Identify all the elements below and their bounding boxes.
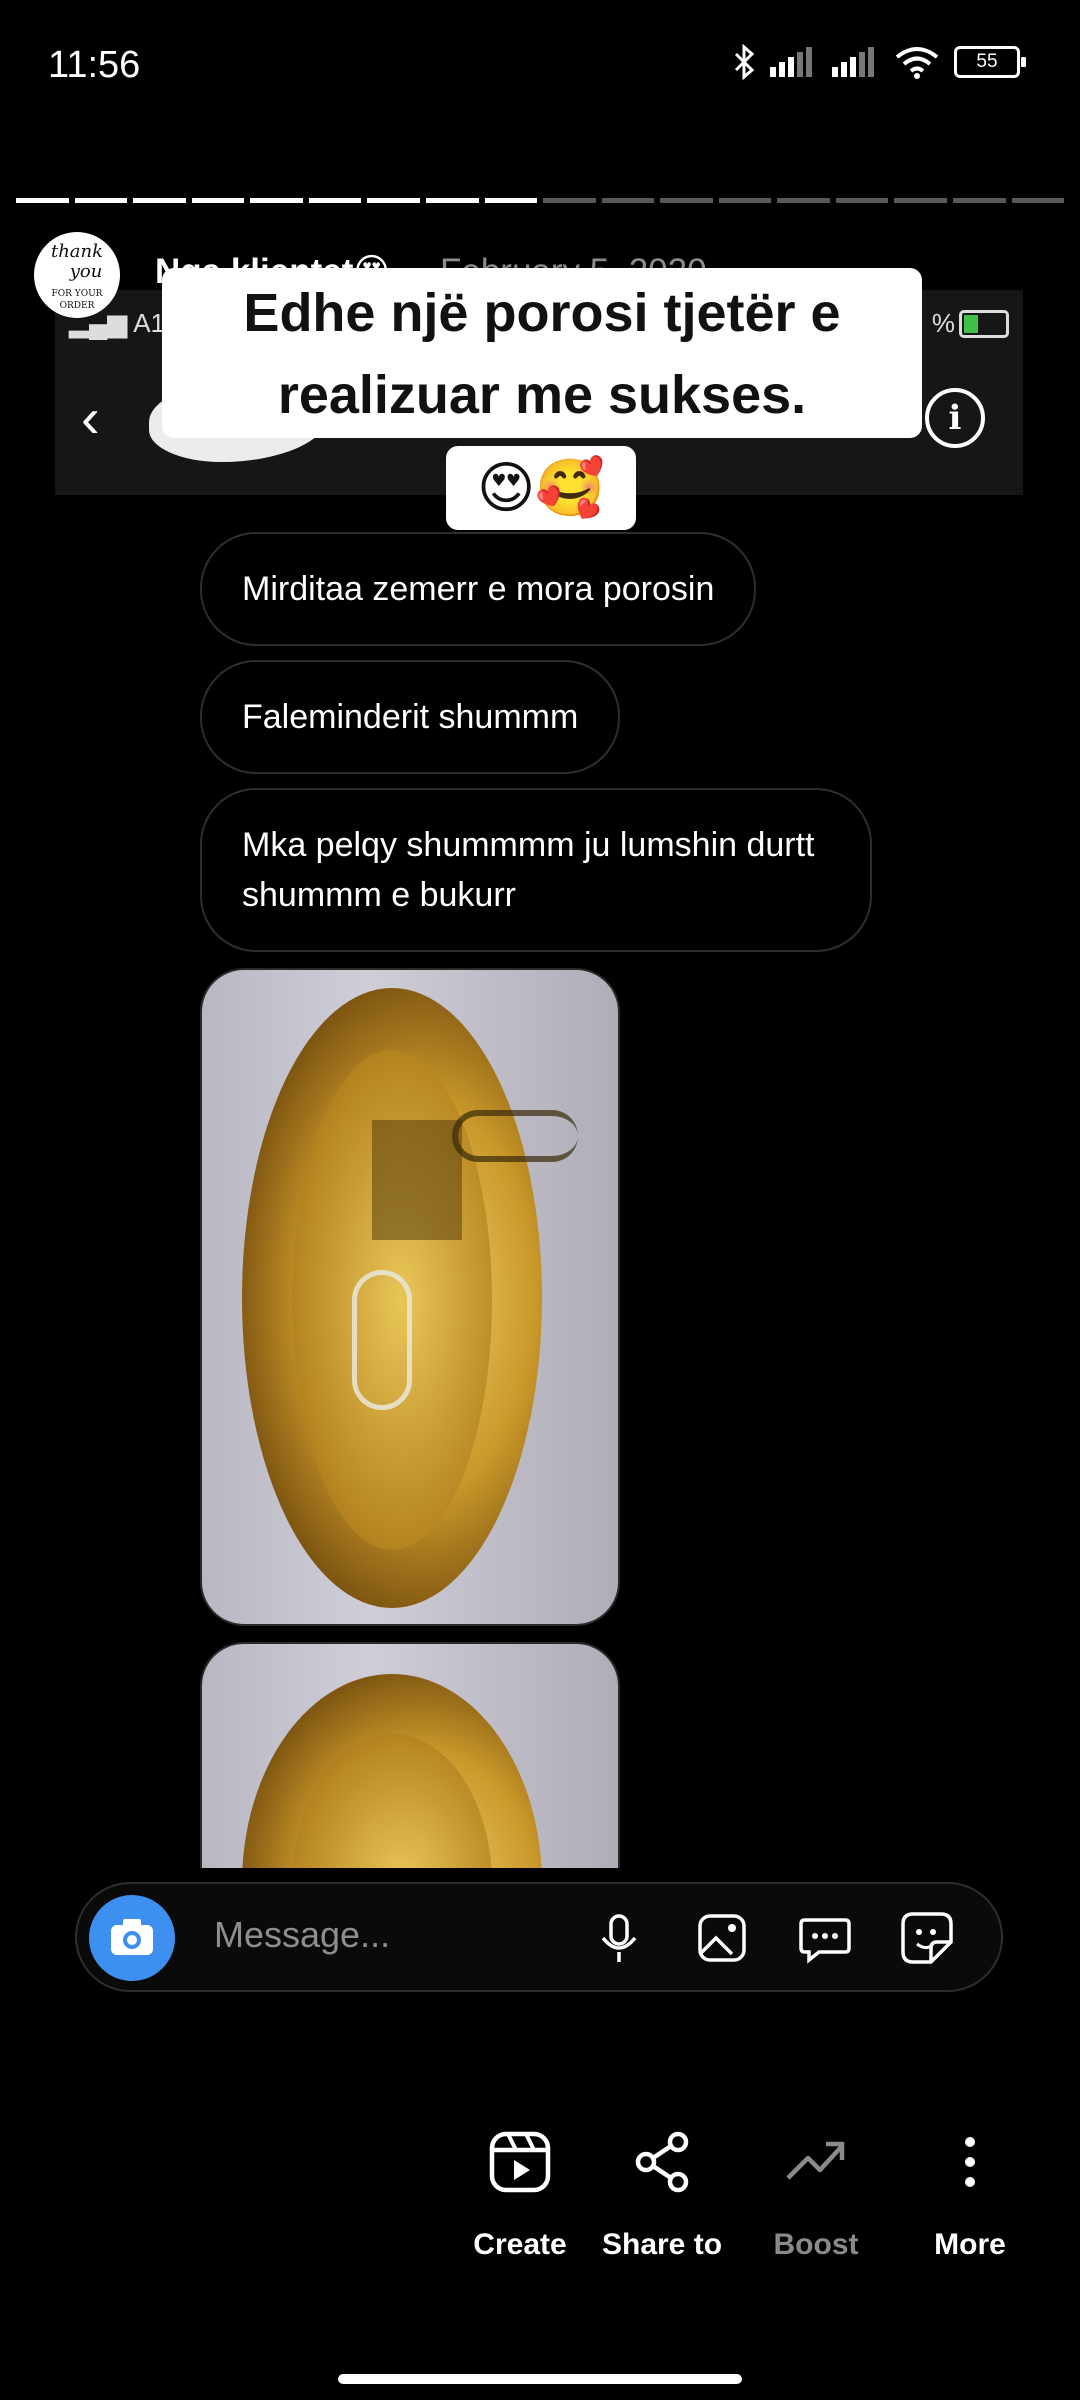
signal-icon [770, 47, 812, 77]
progress-segment [16, 198, 69, 203]
more-dots-icon [965, 2137, 975, 2187]
story-progress-bar [16, 198, 1065, 203]
share-icon [635, 2131, 689, 2193]
home-indicator[interactable] [338, 2374, 742, 2384]
share-to-label: Share to [601, 2228, 723, 2261]
bluetooth-icon [734, 44, 755, 80]
story-screenshot: ▂▄▆ A1 % ‹ i Mirditaa zemerr e mora poro… [55, 290, 1023, 2015]
caption-line: realizuar me sukses. [277, 365, 807, 425]
inner-carrier: A1 [133, 308, 166, 338]
reels-create-icon [489, 2131, 551, 2193]
camera-button[interactable] [89, 1895, 175, 1981]
message-text: Faleminderit shummm [242, 698, 579, 736]
progress-segment [191, 198, 245, 203]
progress-segment [718, 198, 772, 203]
progress-segment [308, 198, 362, 203]
boost-label: Boost [773, 2228, 859, 2261]
progress-segment [484, 198, 538, 203]
message-text: Mka pelqy shummmm ju lumshin durtt shumm… [242, 826, 815, 914]
chat-bubble-icon[interactable] [795, 1908, 855, 1968]
create-button[interactable]: Create [440, 2130, 600, 2262]
progress-segment [133, 198, 186, 203]
back-chevron-icon[interactable]: ‹ [81, 390, 100, 446]
progress-segment [250, 198, 303, 203]
boost-button[interactable]: Boost [736, 2130, 896, 2262]
more-label: More [934, 2228, 1006, 2261]
message-photo[interactable] [200, 968, 620, 1626]
create-label: Create [473, 2228, 567, 2261]
progress-segment [367, 198, 420, 203]
sticker-icon[interactable] [897, 1908, 957, 1968]
progress-segment [660, 198, 713, 203]
message-text: Mirditaa zemerr e mora porosin [242, 570, 715, 608]
camera-icon [111, 1919, 153, 1955]
progress-segment [777, 198, 830, 203]
progress-segment [74, 198, 128, 203]
inner-battery-percent: % [931, 308, 955, 338]
message-input[interactable]: Message... [214, 1914, 390, 1956]
message-bubble: Mirditaa zemerr e mora porosin [200, 532, 757, 646]
story-avatar[interactable]: thank you FOR YOUR ORDER [34, 232, 120, 318]
avatar-text: thank [50, 241, 104, 262]
inner-battery-icon [959, 310, 1009, 338]
caption-emojis: 😍🥰 [446, 446, 636, 530]
caption-line: Edhe një porosi tjetër e [243, 283, 841, 343]
message-bubble: Mka pelqy shummmm ju lumshin durtt shumm… [200, 788, 872, 952]
status-icons: 55 [732, 44, 1026, 80]
message-bubble: Faleminderit shummm [200, 660, 621, 774]
info-icon[interactable]: i [925, 388, 985, 448]
message-composer: Message... [75, 1882, 1003, 1992]
avatar-text: you [69, 261, 103, 282]
progress-segment [835, 198, 889, 203]
story-caption: Edhe një porosi tjetër e realizuar me su… [162, 268, 922, 438]
status-bar: 11:56 55 [0, 0, 1080, 130]
signal-icon-2 [832, 47, 874, 77]
progress-segment [1011, 198, 1065, 203]
progress-segment [894, 198, 947, 203]
boost-icon [786, 2141, 845, 2180]
gallery-icon[interactable] [692, 1908, 752, 1968]
message-photo[interactable] [200, 1642, 620, 1868]
microphone-icon[interactable] [589, 1908, 649, 1968]
progress-segment [543, 198, 596, 203]
wifi-icon [895, 47, 939, 79]
progress-segment [425, 198, 479, 203]
progress-segment [601, 198, 655, 203]
battery-indicator: 55 [954, 46, 1026, 78]
progress-segment [953, 198, 1006, 203]
status-time: 11:56 [48, 44, 141, 86]
more-button[interactable]: More [890, 2130, 1050, 2262]
share-to-button[interactable]: Share to [582, 2130, 742, 2262]
